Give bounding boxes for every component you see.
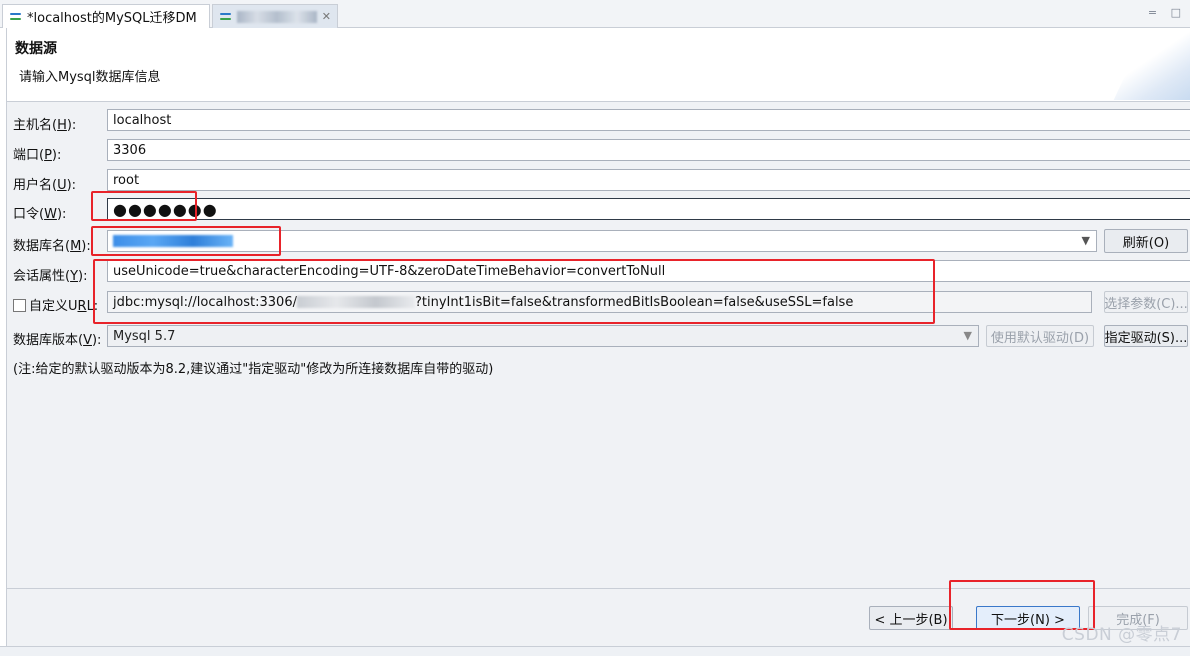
redacted-database-name [113,235,233,247]
header-banner-graphic [1113,30,1190,100]
use-default-driver-button[interactable]: 使用默认驱动(D) [986,325,1094,347]
db-version-select[interactable]: Mysql 5.7 ▼ [107,325,979,347]
username-label: 用户名(U): [13,178,77,193]
host-input[interactable]: localhost [107,109,1190,131]
driver-note: (注:给定的默认驱动版本为8.2,建议通过"指定驱动"修改为所连接数据库自带的驱… [13,362,494,377]
specify-driver-button[interactable]: 指定驱动(S)... [1104,325,1188,347]
port-input[interactable]: 3306 [107,139,1190,161]
chevron-down-icon: ▼ [963,329,972,342]
database-select[interactable]: ▼ [107,230,1097,252]
chevron-down-icon: ▼ [1081,234,1090,247]
tab-mysql-migration[interactable]: *localhost的MySQL迁移DM [2,4,210,28]
watermark: CSDN @零点7 [1061,625,1182,645]
refresh-button[interactable]: 刷新(O) [1104,229,1188,253]
custom-url-input[interactable]: jdbc:mysql://localhost:3306/ ?tinyInt1is… [107,291,1092,313]
page-description: 请输入Mysql数据库信息 [19,70,161,85]
tab-redacted[interactable]: ✕ [212,4,338,28]
migration-icon [219,12,233,22]
datasource-form: 主机名(H): localhost 端口(P): 3306 用户名(U): ro… [6,102,1190,646]
window-controls[interactable]: = □ [1148,6,1186,19]
redacted-tab-label [237,10,317,23]
session-attributes-label: 会话属性(Y): [13,269,88,284]
page-title: 数据源 [15,41,57,57]
editor-tab-bar: *localhost的MySQL迁移DM ✕ = □ [0,0,1190,28]
session-attributes-input[interactable]: useUnicode=true&characterEncoding=UTF-8&… [107,260,1190,282]
tab-label: *localhost的MySQL迁移DM [27,11,197,26]
password-input[interactable]: ●●●●●●● [107,198,1190,220]
password-label: 口令(W): [13,207,67,222]
username-input[interactable]: root [107,169,1190,191]
port-label: 端口(P): [13,148,62,163]
host-label: 主机名(H): [13,118,77,133]
bottom-tab-strip [0,646,1190,656]
db-version-label: 数据库版本(V): [13,333,102,348]
custom-url-label[interactable]: 自定义URL: [13,295,98,314]
redacted-url-segment [296,296,415,308]
migration-icon [9,12,23,22]
separator [7,588,1190,589]
back-button[interactable]: < 上一步(B) [869,606,953,630]
select-params-button[interactable]: 选择参数(C)... [1104,291,1188,313]
database-label: 数据库名(M): [13,239,91,254]
close-icon[interactable]: ✕ [322,10,331,23]
wizard-header: 数据源 请输入Mysql数据库信息 [6,28,1190,102]
custom-url-checkbox[interactable] [13,299,26,312]
